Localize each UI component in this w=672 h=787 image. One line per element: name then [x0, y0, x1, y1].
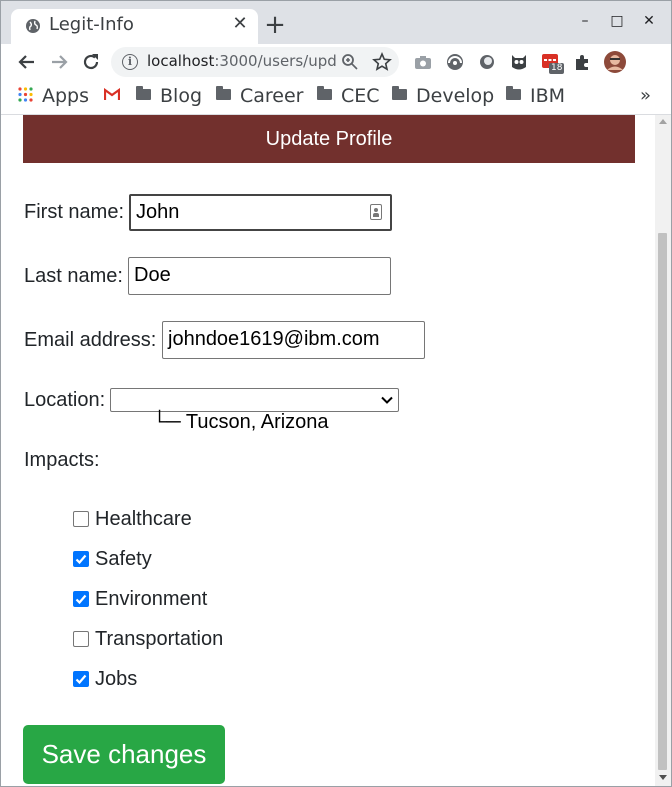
folder-icon	[317, 86, 332, 100]
location-select[interactable]: └─ Tucson, Arizona	[110, 388, 399, 433]
bookmarks-bar: Apps Blog Career CEC Develop IBM »	[1, 80, 671, 115]
checkmark-icon	[75, 554, 87, 565]
first-name-value: John	[136, 201, 180, 223]
url-path: :3000/users/upd...	[214, 52, 337, 70]
url-text: localhost:3000/users/upd...	[147, 52, 337, 70]
save-changes-button[interactable]: Save changes	[23, 725, 225, 784]
globe-icon	[26, 19, 40, 33]
checkmark-icon	[75, 594, 87, 605]
calendar-extension-icon[interactable]: 18	[539, 50, 565, 74]
new-tab-button[interactable]: +	[263, 12, 287, 38]
location-label: Location:	[24, 389, 106, 411]
bookmark-label: IBM	[530, 85, 566, 107]
profile-avatar[interactable]	[603, 50, 627, 74]
checkbox[interactable]	[73, 551, 89, 567]
location-selected-value: └─ Tucson, Arizona	[152, 411, 329, 433]
gmail-icon	[103, 87, 121, 100]
email-value: johndoe1619@ibm.com	[168, 328, 380, 350]
close-window-button[interactable]: ✕	[639, 11, 659, 31]
checkbox[interactable]	[73, 591, 89, 607]
checkbox-label: Jobs	[95, 668, 138, 690]
tab-title: Legit-Info	[49, 14, 134, 35]
address-bar[interactable]: i localhost:3000/users/upd...	[111, 47, 399, 77]
scroll-up-arrow-icon[interactable]	[659, 119, 667, 124]
bookmark-label: CEC	[341, 85, 380, 107]
impacts-label: Impacts:	[24, 449, 100, 471]
bookmark-label: Blog	[160, 85, 202, 107]
bookmark-blog[interactable]: Blog	[136, 84, 202, 108]
folder-icon	[136, 86, 151, 100]
page-content: Update Profile First name: John Last nam…	[1, 115, 655, 786]
tab-legit-info[interactable]: Legit-Info ✕	[11, 9, 258, 44]
chevron-down-icon	[381, 396, 393, 404]
scroll-down-arrow-icon[interactable]	[659, 775, 667, 780]
tab-strip: Legit-Info ✕ + – □ ✕	[1, 1, 671, 44]
owl-extension-icon[interactable]	[507, 50, 531, 74]
reload-icon[interactable]	[79, 50, 103, 74]
checkbox-label: Safety	[95, 548, 152, 570]
first-name-label: First name:	[24, 201, 125, 223]
browser-toolbar: i localhost:3000/users/upd...	[1, 44, 671, 80]
bookmark-career[interactable]: Career	[216, 84, 304, 108]
zoom-icon[interactable]	[339, 51, 361, 73]
minimize-button[interactable]: –	[575, 11, 595, 31]
url-host: localhost	[147, 52, 215, 70]
apps-grid-icon	[18, 87, 33, 102]
checkbox-label: Environment	[95, 588, 208, 610]
bookmark-label: Develop	[416, 85, 495, 107]
email-label: Email address:	[24, 329, 157, 351]
checkmark-icon	[75, 674, 87, 685]
bookmark-star-icon[interactable]	[371, 51, 393, 73]
last-name-field[interactable]: Doe	[128, 257, 391, 295]
bookmark-gmail[interactable]	[103, 84, 121, 108]
checkbox[interactable]	[73, 511, 89, 527]
last-name-label: Last name:	[24, 265, 123, 287]
site-info-icon[interactable]: i	[122, 54, 138, 70]
bookmarks-overflow-button[interactable]: »	[640, 84, 651, 108]
folder-icon	[392, 86, 407, 100]
bookmark-apps[interactable]: Apps	[18, 84, 89, 108]
bookmark-cec[interactable]: CEC	[317, 84, 380, 108]
browser-window: Legit-Info ✕ + – □ ✕ i localhost:3000/us…	[0, 0, 672, 787]
email-field[interactable]: johndoe1619@ibm.com	[162, 321, 425, 359]
first-name-field[interactable]: John	[129, 194, 392, 231]
bookmark-develop[interactable]: Develop	[392, 84, 494, 108]
autofill-contact-icon[interactable]	[370, 204, 382, 220]
tab-close-icon[interactable]: ✕	[229, 13, 251, 35]
maximize-button[interactable]: □	[607, 11, 627, 31]
forward-arrow-icon[interactable]	[47, 50, 71, 74]
back-arrow-icon[interactable]	[15, 50, 39, 74]
bookmark-label: Apps	[42, 85, 90, 107]
page-scrollbar[interactable]	[655, 115, 671, 786]
circle-extension-icon[interactable]	[475, 50, 499, 74]
checkbox-label: Transportation	[95, 628, 224, 650]
last-name-value: Doe	[134, 264, 171, 286]
folder-icon	[216, 86, 231, 100]
checkbox[interactable]	[73, 671, 89, 687]
folder-icon	[506, 86, 521, 100]
bookmark-label: Career	[240, 85, 304, 107]
page-header: Update Profile	[23, 115, 635, 163]
puzzle-extensions-icon[interactable]	[571, 50, 595, 74]
bookmark-ibm[interactable]: IBM	[506, 84, 565, 108]
checkbox[interactable]	[73, 631, 89, 647]
checkbox-label: Healthcare	[95, 508, 192, 530]
camera-extension-icon[interactable]	[411, 50, 435, 74]
extension-badge: 18	[549, 63, 565, 74]
scrollbar-thumb[interactable]	[658, 233, 667, 770]
speed-extension-icon[interactable]	[443, 50, 467, 74]
